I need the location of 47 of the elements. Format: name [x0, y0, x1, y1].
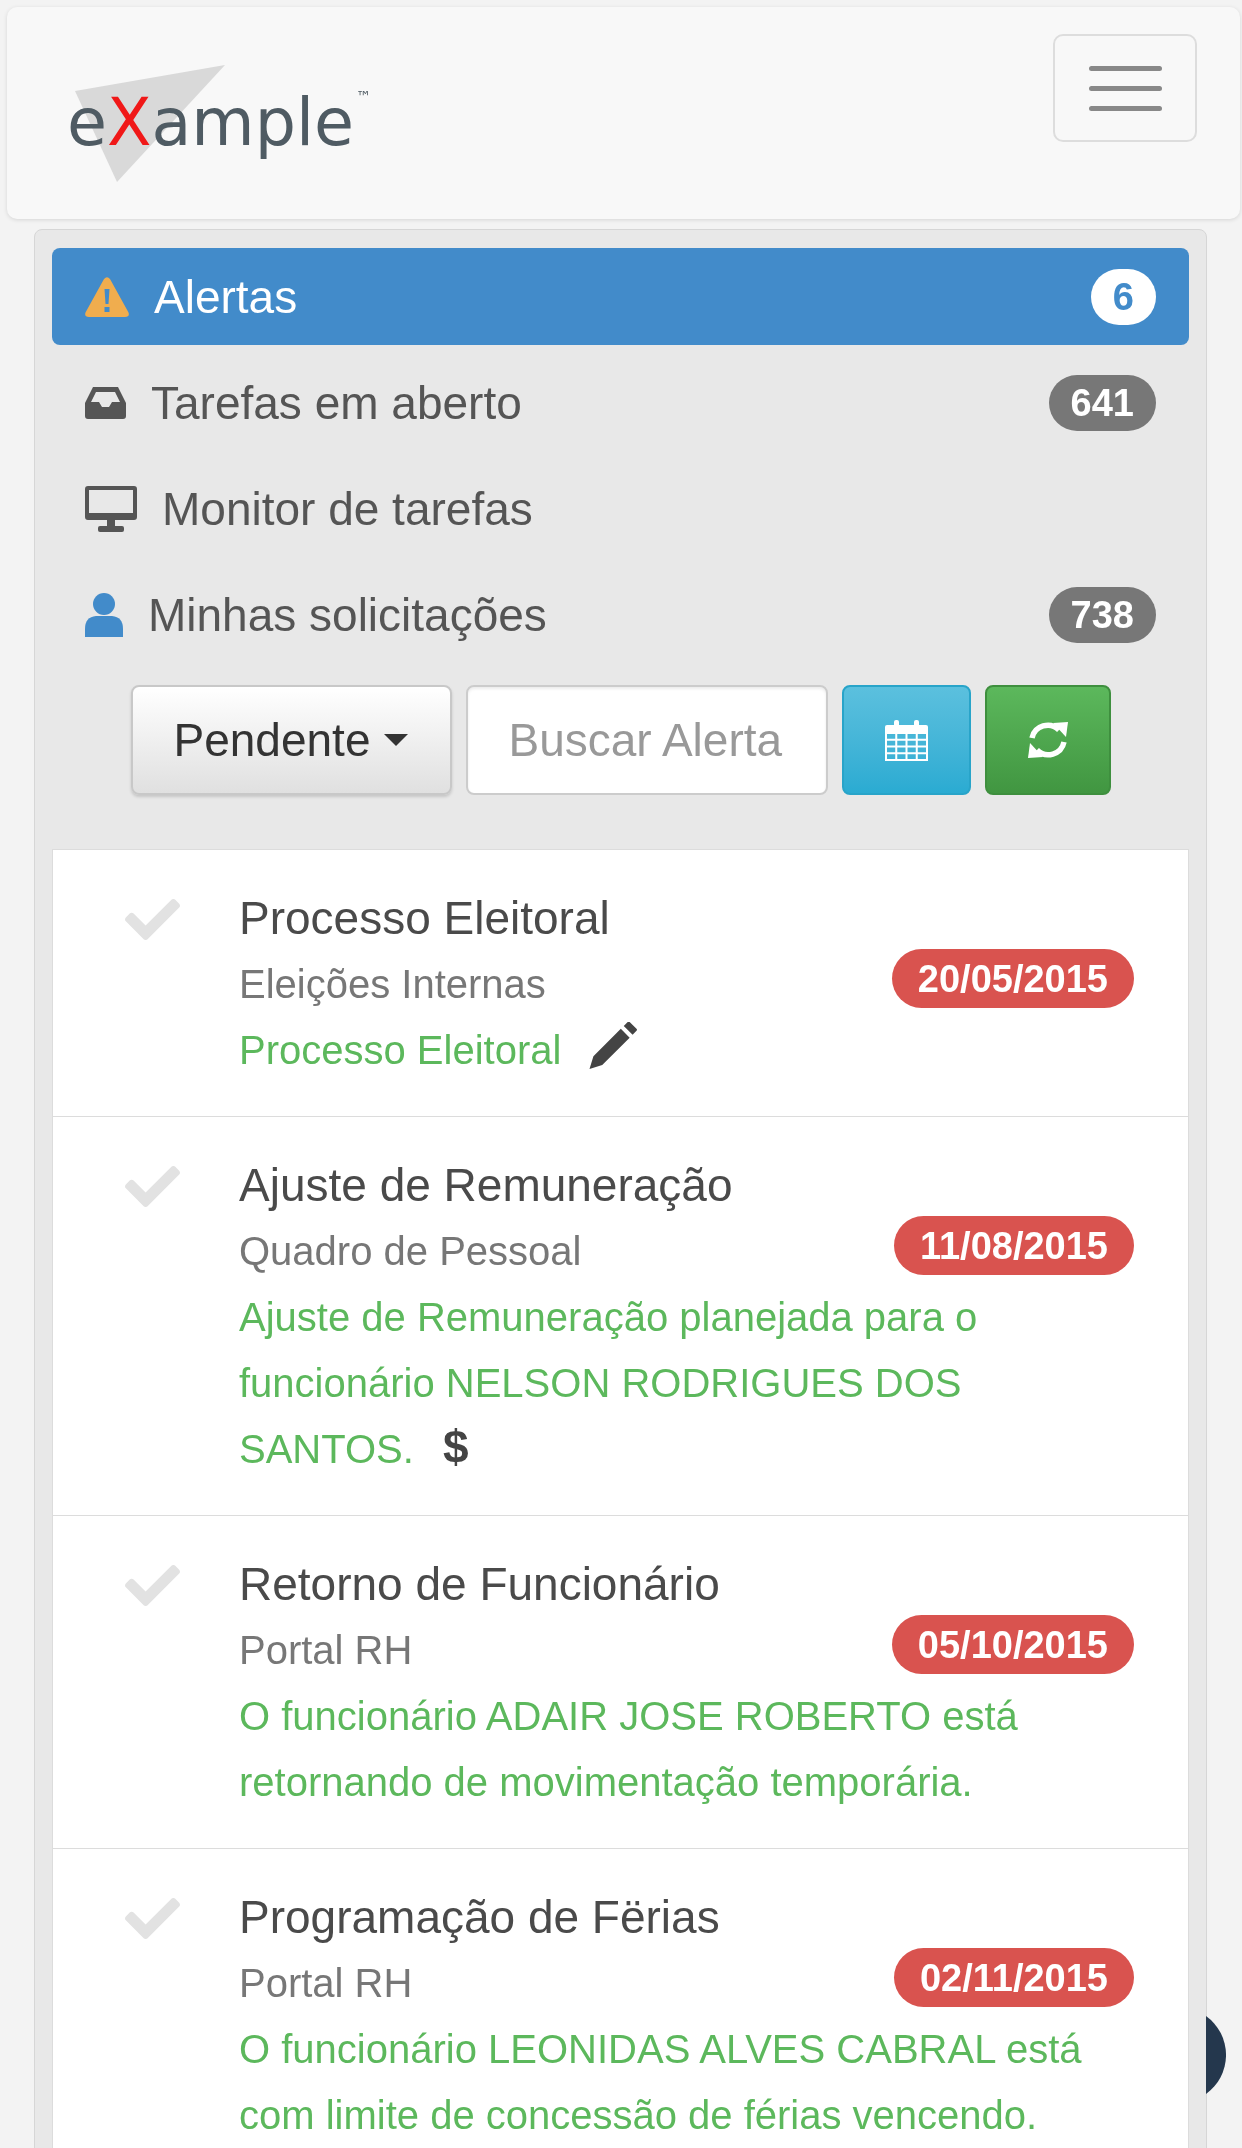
calendar-icon	[883, 719, 929, 761]
date-badge: 05/10/2015	[891, 1615, 1134, 1674]
alert-title: Processo Eleitoral	[239, 891, 611, 946]
alert-item[interactable]: Programação de Fërias Portal RH 02/11/2015 O funcionário LEONIDAS ALVES CABRAL está com limite de concessão de férias vencendo.	[53, 1849, 1188, 2148]
inbox-icon	[85, 386, 126, 419]
menu-icon	[1088, 65, 1162, 111]
check-icon[interactable]	[125, 1565, 180, 1606]
refresh-icon	[1026, 721, 1069, 759]
nav-item[interactable]: Monitor de tarefas	[52, 460, 1189, 557]
nav-item[interactable]: Tarefas em aberto 641	[52, 354, 1189, 451]
date-badge: 20/05/2015	[891, 949, 1134, 1008]
count-badge: 6	[1090, 268, 1156, 325]
menu-button[interactable]	[1053, 34, 1197, 142]
alert-source: Portal RH	[239, 1960, 413, 2007]
check-icon[interactable]	[125, 1166, 180, 1207]
calendar-button[interactable]	[841, 685, 971, 795]
nav-item[interactable]: Minhas solicitações 738	[52, 566, 1189, 663]
date-badge: 11/08/2015	[893, 1216, 1134, 1275]
alert-title: Retorno de Funcionário	[239, 1557, 721, 1612]
alert-message: Processo Eleitoral	[239, 1028, 562, 1072]
date-badge: 02/11/2015	[893, 1948, 1134, 2007]
pencil-icon[interactable]	[589, 1022, 638, 1069]
search-field[interactable]: Buscar Alerta	[465, 685, 828, 795]
refresh-button[interactable]	[984, 685, 1111, 795]
caret-icon	[384, 734, 409, 746]
floating-button[interactable]	[1206, 2016, 1226, 2094]
alert-message: O funcionário ADAIR JOSE ROBERTO está retornando de movimentação temporária.	[239, 1694, 1018, 1804]
alert-source: Portal RH	[239, 1627, 413, 1674]
check-icon[interactable]	[125, 1898, 180, 1939]
alert-item[interactable]: Processo Eleitoral Eleições Internas 20/05/2015 Processo Eleitoral	[53, 850, 1188, 1117]
alert-item[interactable]: Retorno de Funcionário Portal RH 05/10/2015 O funcionário ADAIR JOSE ROBERTO está retornando de movimentação temporária.	[53, 1516, 1188, 1849]
monitor-icon	[85, 485, 137, 532]
count-badge: 738	[1048, 586, 1156, 643]
nav-item[interactable]: Alertas 6	[52, 248, 1189, 345]
check-icon[interactable]	[125, 899, 180, 940]
alert-item[interactable]: Ajuste de Remuneração Quadro de Pessoal 11/08/2015 Ajuste de Remuneração planejada para o funcionário NELSON RODRIGUES DOS SANTOS. $	[53, 1117, 1188, 1516]
user-icon	[85, 592, 123, 637]
alert-message: Ajuste de Remuneração planejada para o funcionário NELSON RODRIGUES DOS SANTOS. $	[239, 1295, 978, 1471]
alert-message: O funcionário LEONIDAS ALVES CABRAL está com limite de concessão de férias vencendo.	[239, 2027, 1082, 2137]
warning-icon	[85, 276, 129, 317]
alert-title: Ajuste de Remuneração	[239, 1158, 734, 1213]
alert-source: Eleições Internas	[239, 961, 546, 1008]
status-dropdown[interactable]: Pendente	[130, 685, 452, 795]
alert-title: Programação de Fërias	[239, 1890, 721, 1945]
alert-source: Quadro de Pessoal	[239, 1228, 582, 1275]
logo[interactable]: eXample™	[67, 65, 371, 182]
count-badge: 641	[1048, 374, 1156, 431]
